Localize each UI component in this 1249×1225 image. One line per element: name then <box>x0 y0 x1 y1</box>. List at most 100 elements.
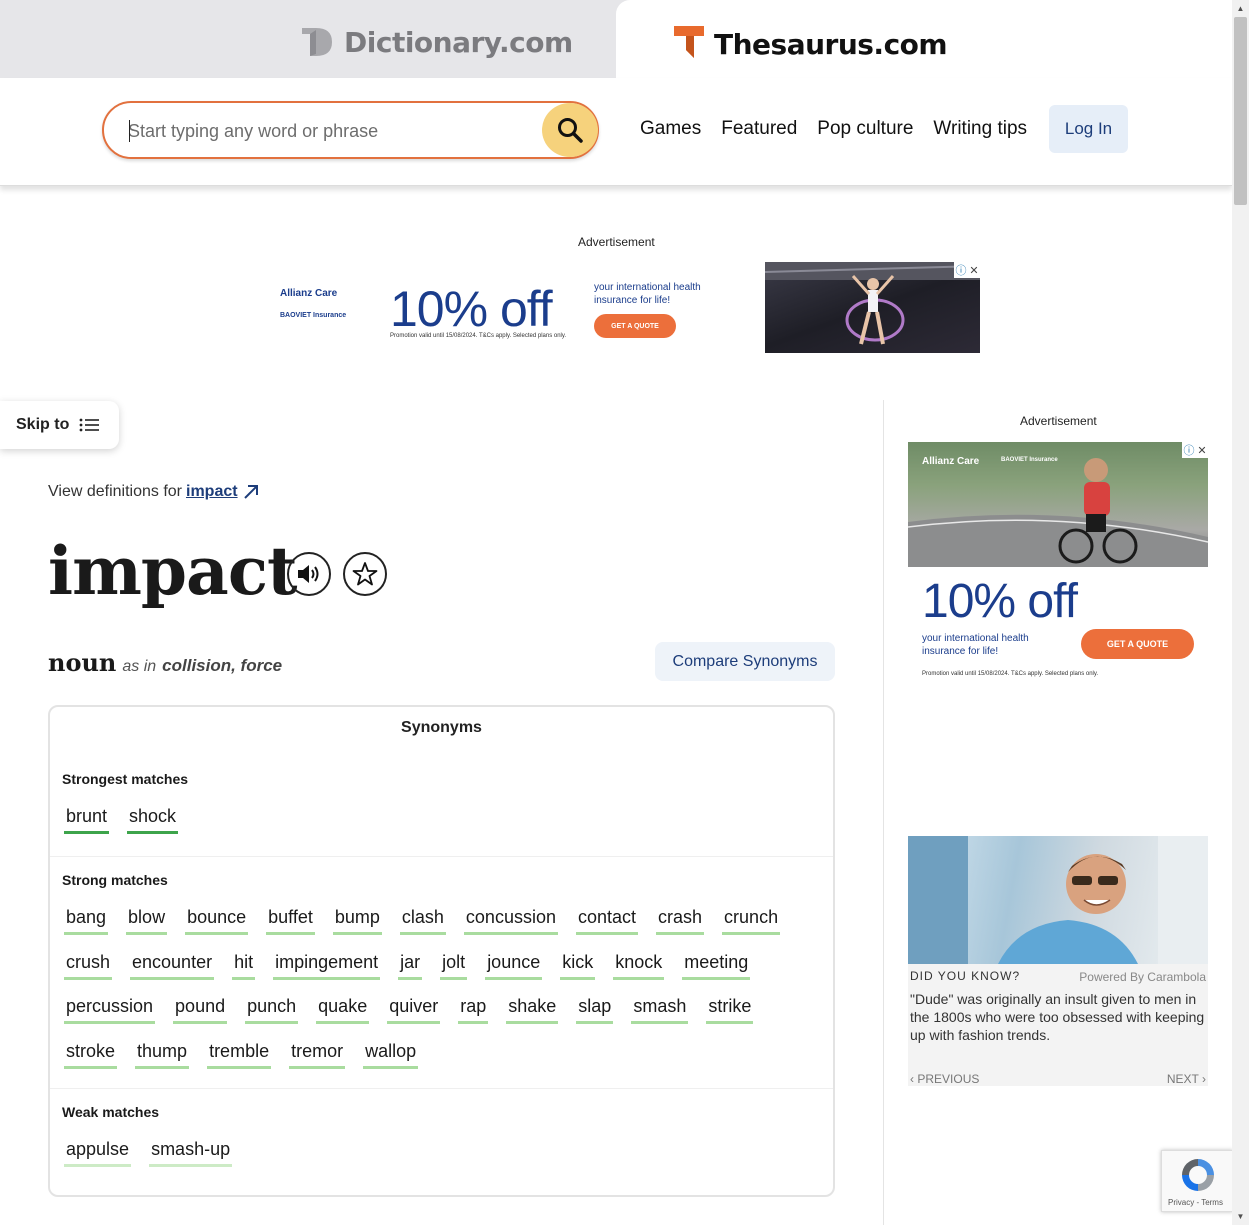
strong-synonym-link[interactable]: crash <box>656 906 705 935</box>
strong-synonym-link[interactable]: meeting <box>682 951 751 980</box>
strong-synonym-link[interactable]: shake <box>506 995 559 1025</box>
side-ad-cta-button[interactable]: GET A QUOTE <box>1081 629 1194 659</box>
strong-synonym-link[interactable]: jar <box>398 951 423 980</box>
strong-synonym-link[interactable]: percussion <box>64 995 156 1025</box>
list-icon <box>79 418 100 432</box>
synonyms-card: Synonyms Strongest matches brunt shock St… <box>48 705 835 1197</box>
part-of-speech-line: noun as in collision, force <box>48 648 282 677</box>
strong-synonym-link[interactable]: strike <box>706 995 754 1025</box>
strong-synonym-link[interactable]: knock <box>613 951 665 980</box>
ad-cta-button[interactable]: GET A QUOTE <box>594 314 676 338</box>
dictionary-logo-text: Dictionary.com <box>344 25 573 59</box>
nav-pop-culture[interactable]: Pop culture <box>817 118 913 140</box>
strongest-matches-label: Strongest matches <box>62 771 189 787</box>
strong-synonym-link[interactable]: blow <box>126 906 168 935</box>
favorite-button[interactable] <box>343 552 387 596</box>
recaptcha-icon <box>1182 1159 1214 1191</box>
top-ad-banner[interactable]: Allianz Care BAOVIET Insurance 10% off y… <box>270 262 980 353</box>
side-ad-brand-allianz: Allianz Care <box>922 456 980 467</box>
strong-synonym-link[interactable]: crunch <box>722 906 781 935</box>
scroll-thumb[interactable] <box>1234 17 1247 205</box>
strong-synonym-link[interactable]: thump <box>135 1040 190 1070</box>
search-input[interactable] <box>128 119 528 143</box>
chevron-right-icon: › <box>1198 1072 1206 1086</box>
search-icon <box>558 118 583 143</box>
strong-synonym-link[interactable]: rap <box>458 995 489 1025</box>
pronunciation-button[interactable] <box>287 552 331 596</box>
strongest-matches-list: brunt shock <box>64 805 824 834</box>
side-ad-close-icon[interactable]: ✕ <box>1197 444 1206 457</box>
strong-synonym-link[interactable]: pound <box>173 995 228 1025</box>
did-you-know-text: "Dude" was originally an insult given to… <box>910 991 1205 1043</box>
view-def-link[interactable]: impact <box>186 483 238 501</box>
group-divider <box>50 856 833 857</box>
strong-synonym-link[interactable]: slap <box>576 995 614 1025</box>
nav-writing-tips[interactable]: Writing tips <box>933 118 1027 140</box>
strong-synonym-link[interactable]: bump <box>332 906 382 935</box>
strong-synonym-link[interactable]: concussion <box>463 906 558 935</box>
login-button[interactable]: Log In <box>1049 105 1128 153</box>
strong-synonym-link[interactable]: bounce <box>185 906 249 935</box>
skip-to-button[interactable]: Skip to <box>0 401 119 449</box>
strong-synonym-link[interactable]: jounce <box>485 951 543 980</box>
compare-synonyms-button[interactable]: Compare Synonyms <box>655 642 835 681</box>
ad-tagline: your international health insurance for … <box>594 282 701 306</box>
ad-info-icon[interactable]: ⓘ <box>955 262 966 278</box>
thesaurus-brand-link[interactable]: Thesaurus.com <box>672 24 948 65</box>
main-nav: Games Featured Pop culture Writing tips <box>640 118 1047 140</box>
external-arrow-icon[interactable] <box>242 483 260 501</box>
strong-synonym-link[interactable]: tremble <box>207 1040 272 1070</box>
nav-games[interactable]: Games <box>640 118 701 140</box>
side-ad-banner[interactable]: Allianz Care BAOVIET Insurance ⓘ ✕ 10% o… <box>908 442 1208 692</box>
next-button[interactable]: NEXT › <box>1167 1072 1206 1086</box>
thesaurus-logo-text: Thesaurus.com <box>714 28 948 61</box>
strong-synonym-link[interactable]: smash <box>631 995 689 1025</box>
view-def-prefix: View definitions for <box>48 483 182 500</box>
strong-synonym-link[interactable]: hit <box>232 951 256 980</box>
recaptcha-badge[interactable]: Privacy - Terms <box>1161 1150 1233 1212</box>
did-you-know-widget: DID YOU KNOW? Powered By Carambola "Dude… <box>908 836 1208 1086</box>
side-ad-headline: 10% off <box>922 575 1078 628</box>
ad-close-controls[interactable]: ⓘ ✕ <box>954 262 980 278</box>
strong-synonym-link[interactable]: quake <box>316 995 370 1025</box>
strong-synonym-link[interactable]: kick <box>560 951 596 980</box>
as-in-label: as in <box>122 658 157 675</box>
scroll-up-arrow-icon[interactable]: ▲ <box>1232 0 1249 17</box>
strong-synonym-link[interactable]: clash <box>399 906 446 935</box>
strong-synonym-link[interactable]: punch <box>245 995 299 1025</box>
strong-matches-list: bang blow bounce buffet bump clash concussion c… <box>64 906 824 1070</box>
synonyms-title: Synonyms <box>401 719 482 736</box>
strong-synonym-link[interactable]: quiver <box>387 995 441 1025</box>
side-ad-close-controls[interactable]: ⓘ ✕ <box>1182 442 1208 458</box>
strongest-synonym-link[interactable]: brunt <box>64 805 110 834</box>
weak-synonym-link[interactable]: smash-up <box>149 1138 233 1167</box>
strong-synonym-link[interactable]: buffet <box>266 906 315 935</box>
strong-synonym-link[interactable]: tremor <box>289 1040 346 1070</box>
scroll-down-arrow-icon[interactable]: ▼ <box>1232 1208 1249 1225</box>
strong-synonym-link[interactable]: wallop <box>363 1040 419 1070</box>
speaker-icon <box>298 565 319 583</box>
strongest-synonym-link[interactable]: shock <box>127 805 179 834</box>
view-definitions-line: View definitions for impact <box>48 483 260 501</box>
search-button[interactable] <box>542 103 598 157</box>
star-icon <box>352 562 378 586</box>
previous-label: PREVIOUS <box>917 1072 980 1086</box>
strong-synonym-link[interactable]: impingement <box>273 951 381 980</box>
strong-synonym-link[interactable]: bang <box>64 906 109 935</box>
nav-featured[interactable]: Featured <box>721 118 797 140</box>
recaptcha-legal[interactable]: Privacy - Terms <box>1168 1198 1223 1207</box>
ad-close-icon[interactable]: ✕ <box>969 264 978 277</box>
strong-synonym-link[interactable]: encounter <box>130 951 215 980</box>
dictionary-brand-link[interactable]: Dictionary.com <box>300 24 573 60</box>
vertical-scrollbar[interactable]: ▲ ▼ <box>1232 0 1249 1225</box>
side-ad-info-icon[interactable]: ⓘ <box>1183 442 1194 458</box>
strong-synonym-link[interactable]: contact <box>575 906 639 935</box>
weak-synonym-link[interactable]: appulse <box>64 1138 132 1167</box>
site-header: Games Featured Pop culture Writing tips … <box>0 78 1232 186</box>
strong-synonym-link[interactable]: crush <box>64 951 113 980</box>
previous-button[interactable]: ‹ PREVIOUS <box>910 1072 979 1086</box>
search-box <box>102 101 599 159</box>
strong-synonym-link[interactable]: jolt <box>440 951 468 980</box>
powered-by-label[interactable]: Powered By Carambola <box>1079 970 1206 984</box>
strong-synonym-link[interactable]: stroke <box>64 1040 118 1070</box>
